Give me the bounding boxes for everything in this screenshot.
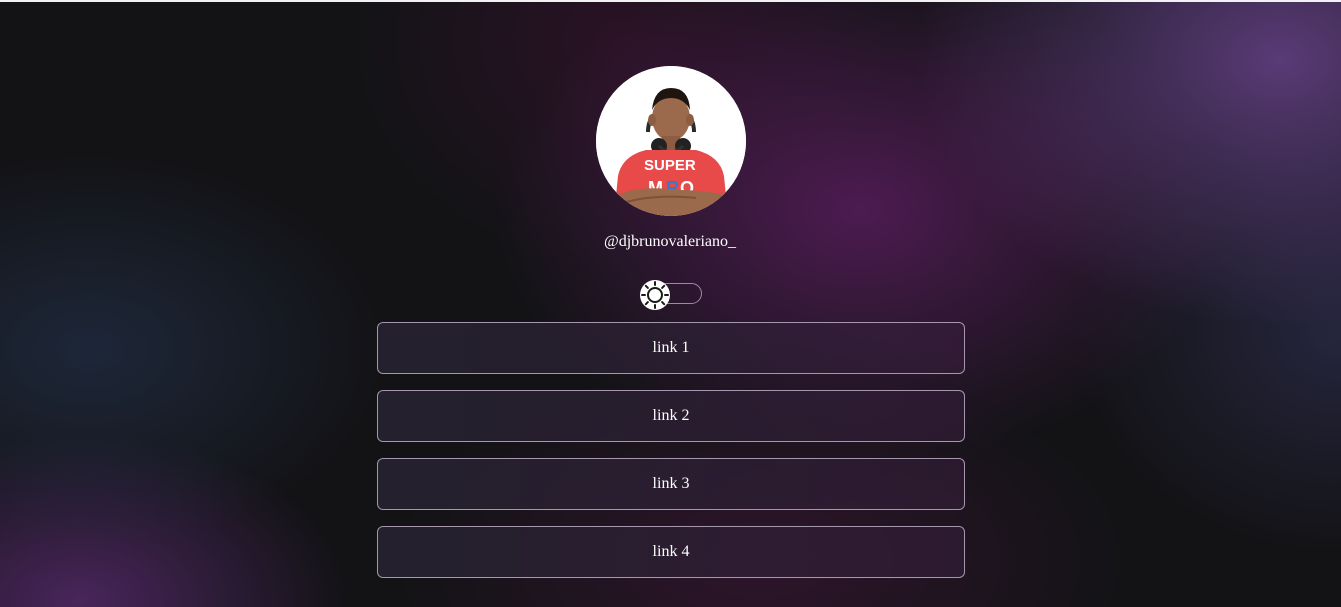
- link-button-1[interactable]: link 1: [377, 322, 965, 374]
- theme-toggle[interactable]: [639, 279, 703, 310]
- avatar: SUPER M R O: [596, 66, 746, 216]
- shirt-print: SUPER: [644, 157, 696, 174]
- profile-page: SUPER M R O @djbrunovaleriano_ link 1 li…: [0, 0, 1341, 607]
- link-button-4[interactable]: link 4: [377, 526, 965, 578]
- link-button-2[interactable]: link 2: [377, 390, 965, 442]
- sun-icon: [639, 279, 671, 311]
- link-button-3[interactable]: link 3: [377, 458, 965, 510]
- link-label: link 1: [652, 339, 690, 356]
- username: @djbrunovaleriano_: [603, 233, 737, 250]
- link-label: link 2: [652, 407, 690, 424]
- link-label: link 3: [652, 475, 690, 492]
- link-label: link 4: [652, 543, 690, 560]
- avatar-photo: SUPER M R O: [596, 66, 746, 216]
